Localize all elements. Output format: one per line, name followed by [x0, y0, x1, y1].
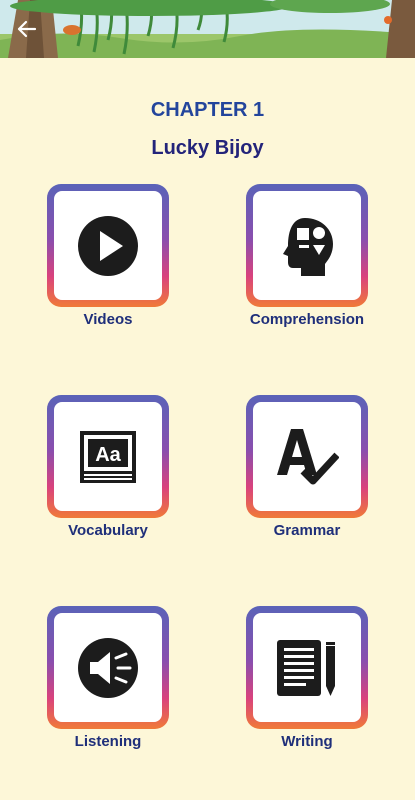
tile-inner: [253, 402, 361, 511]
listening-label: Listening: [74, 733, 142, 750]
tile-inner: [54, 613, 162, 722]
vocabulary-button[interactable]: Aa: [47, 395, 169, 518]
chapter-title: CHAPTER 1: [150, 99, 265, 121]
notepad-pencil-icon: [277, 639, 335, 696]
tile-inner: [54, 191, 162, 300]
listening-button[interactable]: [47, 606, 169, 729]
head-shapes-icon: [283, 217, 333, 276]
back-button[interactable]: [10, 14, 44, 44]
writing-label: Writing: [281, 733, 333, 750]
tile-inner: [253, 613, 361, 722]
tile-inner: Aa: [54, 402, 162, 511]
book-title: Lucky Bijoy: [151, 137, 264, 159]
forest-banner-icon: [0, 0, 415, 58]
tile-inner: [253, 191, 361, 300]
speaker-icon: [78, 637, 138, 698]
writing-button[interactable]: [246, 606, 368, 729]
videos-label: Videos: [83, 311, 133, 328]
arrow-left-icon: [17, 20, 37, 38]
play-circle-icon: [78, 215, 138, 276]
grammar-button[interactable]: [246, 395, 368, 518]
svg-text:Aa: Aa: [95, 444, 121, 466]
grammar-label: Grammar: [273, 522, 341, 539]
videos-button[interactable]: [47, 184, 169, 307]
grammar-check-icon: [277, 428, 339, 484]
chapter-header: CHAPTER 1 Lucky Bijoy: [0, 96, 415, 162]
comprehension-button[interactable]: [246, 184, 368, 307]
vocabulary-label: Vocabulary: [68, 522, 148, 539]
header-banner-illustration: [0, 0, 415, 58]
dictionary-book-icon: Aa: [80, 430, 136, 483]
comprehension-label: Comprehension: [249, 311, 365, 328]
